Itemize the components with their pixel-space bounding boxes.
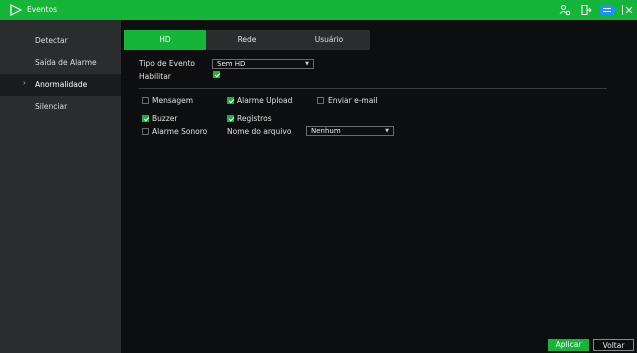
sidebar-item-detectar[interactable]: Detectar: [0, 30, 121, 52]
chevron-down-icon: ▼: [305, 61, 309, 67]
logs-checkbox[interactable]: [227, 115, 234, 122]
email-checkbox[interactable]: [317, 97, 324, 104]
sidebar-item-silenciar[interactable]: Silenciar: [0, 96, 121, 118]
tab-usuario[interactable]: Usuário: [288, 30, 370, 50]
enable-checkbox[interactable]: [213, 71, 220, 78]
alarm-upload-label: Alarme Upload: [237, 96, 293, 105]
sidebar-item-label: Anormalidade: [35, 80, 88, 89]
alarm-sound-checkbox[interactable]: [142, 128, 149, 135]
event-type-select[interactable]: Sem HD ▼: [212, 59, 314, 69]
title-bar: Eventos: [0, 0, 637, 20]
user-settings-icon[interactable]: [559, 4, 571, 16]
event-type-value: Sem HD: [217, 60, 246, 68]
alarm-sound-label: Alarme Sonoro: [152, 127, 208, 136]
chevron-right-icon: ›: [23, 79, 26, 87]
sidebar: Detectar Saída de Alarme › Anormalidade …: [0, 20, 121, 353]
back-button[interactable]: Voltar: [593, 339, 634, 351]
sidebar-item-label: Silenciar: [35, 102, 68, 111]
logout-icon[interactable]: [580, 4, 592, 16]
tab-rede[interactable]: Rede: [206, 30, 288, 50]
alarm-upload-checkbox[interactable]: [227, 97, 234, 104]
sidebar-item-saida-de-alarme[interactable]: Saída de Alarme: [0, 52, 121, 74]
main-panel: HD Rede Usuário Tipo de Evento Sem HD ▼ …: [121, 20, 637, 353]
sidebar-item-label: Detectar: [35, 36, 68, 45]
file-name-value: Nenhum: [311, 127, 341, 135]
buzzer-label: Buzzer: [152, 114, 178, 123]
file-name-label: Nome do arquivo: [227, 127, 292, 136]
file-name-select[interactable]: Nenhum ▼: [306, 126, 394, 136]
apply-button[interactable]: Aplicar: [548, 339, 589, 351]
tab-hd[interactable]: HD: [124, 30, 206, 50]
sidebar-item-label: Saída de Alarme: [35, 58, 97, 67]
enable-label: Habilitar: [139, 72, 171, 81]
divider: [139, 88, 607, 89]
chevron-down-icon: ▼: [385, 128, 389, 134]
sidebar-item-anormalidade[interactable]: › Anormalidade: [0, 74, 121, 96]
logs-label: Registros: [237, 114, 272, 123]
buzzer-checkbox[interactable]: [142, 115, 149, 122]
event-type-label: Tipo de Evento: [139, 59, 196, 68]
message-checkbox[interactable]: [142, 97, 149, 104]
close-icon[interactable]: [622, 4, 634, 16]
message-label: Mensagem: [152, 96, 194, 105]
logo-icon: [10, 4, 22, 16]
menu-icon[interactable]: [599, 4, 615, 16]
page-title: Eventos: [27, 5, 57, 14]
email-label: Enviar e-mail: [328, 96, 378, 105]
